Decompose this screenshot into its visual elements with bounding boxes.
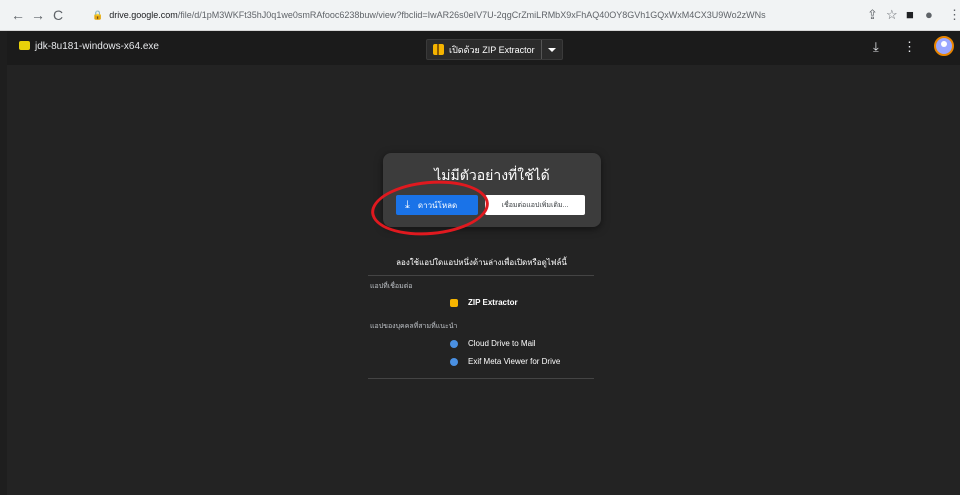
back-arrow-icon[interactable]: ←	[11, 7, 25, 23]
app-item-cloud-drive-to-mail[interactable]: Cloud Drive to Mail	[450, 339, 536, 348]
reload-icon[interactable]: C	[53, 7, 63, 23]
app-name: Cloud Drive to Mail	[468, 339, 536, 348]
suggestions-heading: ลองใช้แอปใดแอปหนึ่งด้านล่างเพื่อเปิดหรือ…	[396, 258, 567, 267]
zip-extractor-icon	[450, 298, 458, 307]
url-path: /file/d/1pM3WKFt35hJ0q1we0smRAfooc6238bu…	[177, 10, 766, 20]
connect-more-apps-label: เชื่อมต่อแอปเพิ่มเติม...	[501, 201, 569, 209]
open-with-button[interactable]: เปิดด้วย ZIP Extractor	[426, 39, 563, 60]
avatar[interactable]	[934, 36, 954, 56]
viewer-topbar: jdk-8u181-windows-x64.exe เปิดด้วย ZIP E…	[7, 31, 960, 65]
address-bar[interactable]: 🔒 drive.google.com/file/d/1pM3WKFt35hJ0q1…	[92, 6, 852, 24]
menu-icon[interactable]: ⋮	[948, 7, 960, 23]
connect-more-apps-button[interactable]: เชื่อมต่อแอปเพิ่มเติม...	[485, 195, 585, 215]
lock-icon: 🔒	[92, 10, 104, 20]
star-icon[interactable]: ☆	[886, 7, 898, 23]
app-item-zip-extractor[interactable]: ZIP Extractor	[450, 298, 518, 307]
browser-toolbar: ← → C 🔒 drive.google.com/file/d/1pM3WKFt3…	[0, 0, 960, 31]
exif-viewer-icon	[450, 357, 458, 366]
chevron-down-icon[interactable]	[547, 47, 556, 52]
file-type-icon	[19, 41, 30, 50]
open-with-label: เปิดด้วย ZIP Extractor	[449, 44, 535, 55]
app-item-exif-meta-viewer[interactable]: Exif Meta Viewer for Drive	[450, 357, 560, 366]
drive-viewer: jdk-8u181-windows-x64.exe เปิดด้วย ZIP E…	[7, 31, 960, 495]
suggested-apps-label: แอปของบุคคลที่สามที่แนะนำ	[370, 323, 458, 330]
file-name: jdk-8u181-windows-x64.exe	[35, 41, 159, 52]
connected-apps-label: แอปที่เชื่อมต่อ	[370, 283, 413, 290]
more-options-icon[interactable]: ⋮	[903, 39, 916, 55]
app-name: ZIP Extractor	[468, 298, 518, 307]
share-icon[interactable]: ⇪	[867, 7, 878, 23]
zip-extractor-icon	[433, 44, 444, 55]
profile-icon[interactable]: ●	[925, 7, 933, 23]
divider	[368, 378, 594, 379]
forward-arrow-icon[interactable]: →	[31, 7, 45, 23]
url-host: drive.google.com	[109, 10, 178, 20]
cloud-drive-to-mail-icon	[450, 339, 458, 348]
tab-icon[interactable]: ■	[906, 7, 914, 23]
download-icon[interactable]: ⤓	[873, 39, 879, 55]
divider	[368, 275, 594, 276]
app-name: Exif Meta Viewer for Drive	[468, 357, 561, 366]
